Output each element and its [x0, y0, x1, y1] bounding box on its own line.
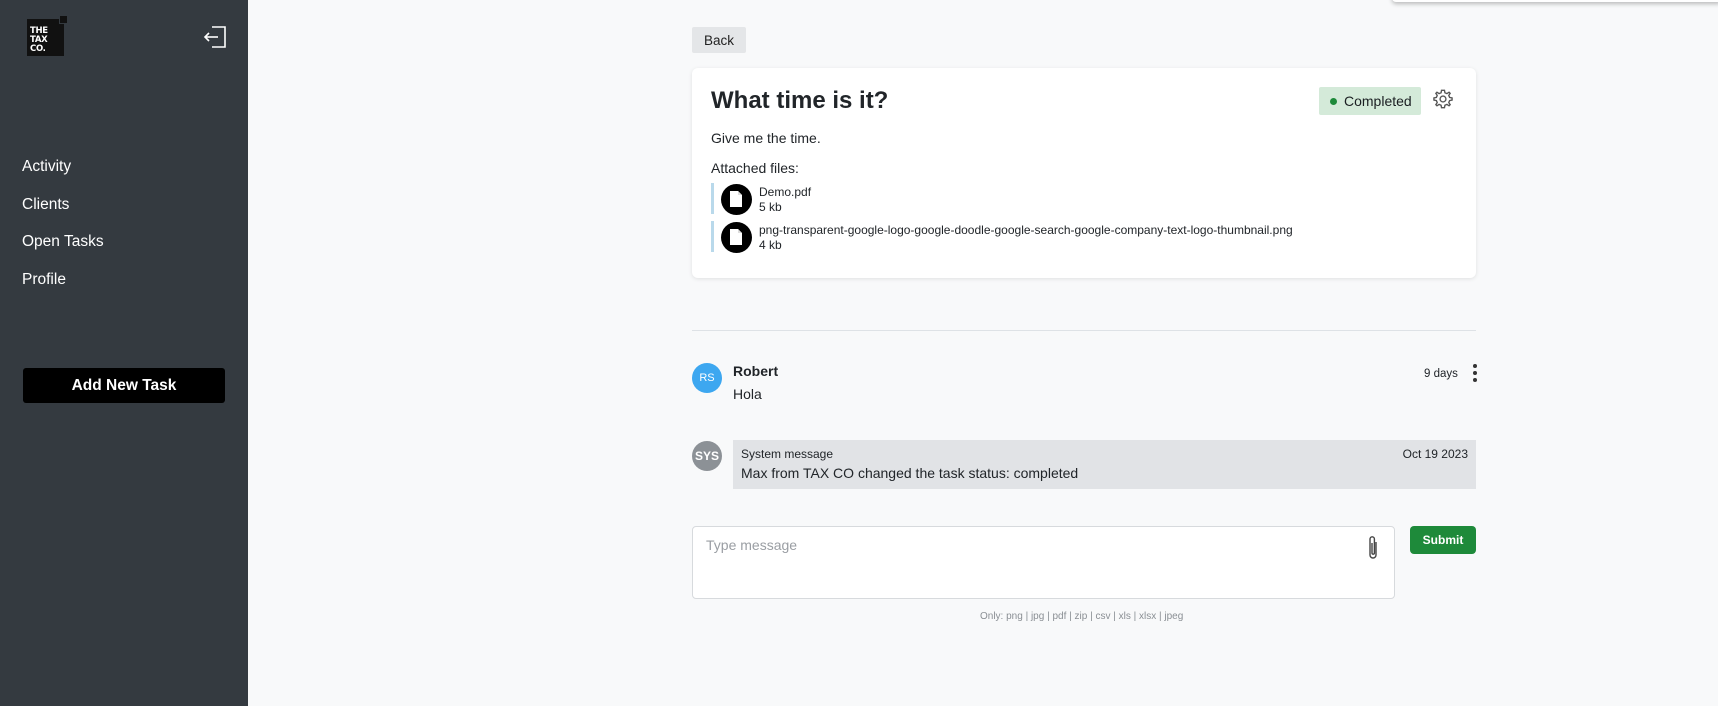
system-message-text: Max from TAX CO changed the task status:… — [741, 465, 1079, 481]
dropdown-panel-edge — [1392, 0, 1718, 2]
company-logo[interactable]: THE TAX CO. — [27, 15, 68, 56]
submit-button[interactable]: Submit — [1410, 526, 1476, 554]
add-new-task-button[interactable]: Add New Task — [23, 368, 225, 403]
system-avatar: SYS — [692, 441, 722, 471]
allowed-file-types: Only: png | jpg | pdf | zip | csv | xls … — [980, 611, 1184, 622]
logo-corner-mark — [59, 15, 68, 24]
status-badge[interactable]: Completed — [1319, 87, 1421, 115]
message-input[interactable] — [706, 537, 1346, 589]
attached-file[interactable]: png-transparent-google-logo-google-doodl… — [711, 221, 1411, 253]
attached-files-label: Attached files: — [711, 160, 799, 176]
task-card: What time is it? Completed Give me the t… — [692, 68, 1476, 278]
logo-line: CO. — [30, 44, 46, 54]
message-timestamp: 9 days — [1424, 368, 1458, 380]
file-size: 5 kb — [759, 200, 782, 214]
status-label: Completed — [1344, 93, 1412, 109]
logo-text: THE TAX CO. — [30, 27, 48, 54]
sidebar-nav: Activity Clients Open Tasks Profile — [22, 158, 104, 308]
system-message-date: Oct 19 2023 — [1402, 447, 1468, 461]
avatar: RS — [692, 363, 722, 393]
system-message: System message Oct 19 2023 Max from TAX … — [733, 440, 1476, 489]
sidebar-item-profile[interactable]: Profile — [22, 271, 104, 309]
attached-file[interactable]: Demo.pdf 5 kb — [711, 183, 1411, 215]
file-size: 4 kb — [759, 238, 782, 252]
sidebar: THE TAX CO. Activity Clients Open Tasks … — [0, 0, 248, 706]
kebab-menu-icon[interactable] — [1470, 363, 1480, 383]
sidebar-item-activity[interactable]: Activity — [22, 158, 104, 196]
gear-icon[interactable] — [1432, 88, 1454, 110]
message-text: Hola — [733, 386, 762, 402]
back-button[interactable]: Back — [692, 27, 746, 53]
document-icon — [721, 222, 752, 253]
divider — [692, 330, 1476, 331]
message-author: Robert — [733, 363, 779, 379]
sidebar-item-clients[interactable]: Clients — [22, 196, 104, 234]
paperclip-icon[interactable] — [1365, 534, 1381, 562]
task-description: Give me the time. — [711, 130, 821, 146]
sidebar-item-open-tasks[interactable]: Open Tasks — [22, 233, 104, 271]
file-name: Demo.pdf — [759, 185, 812, 199]
document-icon — [721, 184, 752, 215]
task-title: What time is it? — [711, 87, 889, 114]
file-name: png-transparent-google-logo-google-doodl… — [759, 223, 1293, 237]
status-dot-icon — [1330, 98, 1337, 105]
logout-icon[interactable] — [202, 24, 228, 50]
system-message-label: System message — [741, 447, 834, 461]
message-composer — [692, 526, 1395, 599]
